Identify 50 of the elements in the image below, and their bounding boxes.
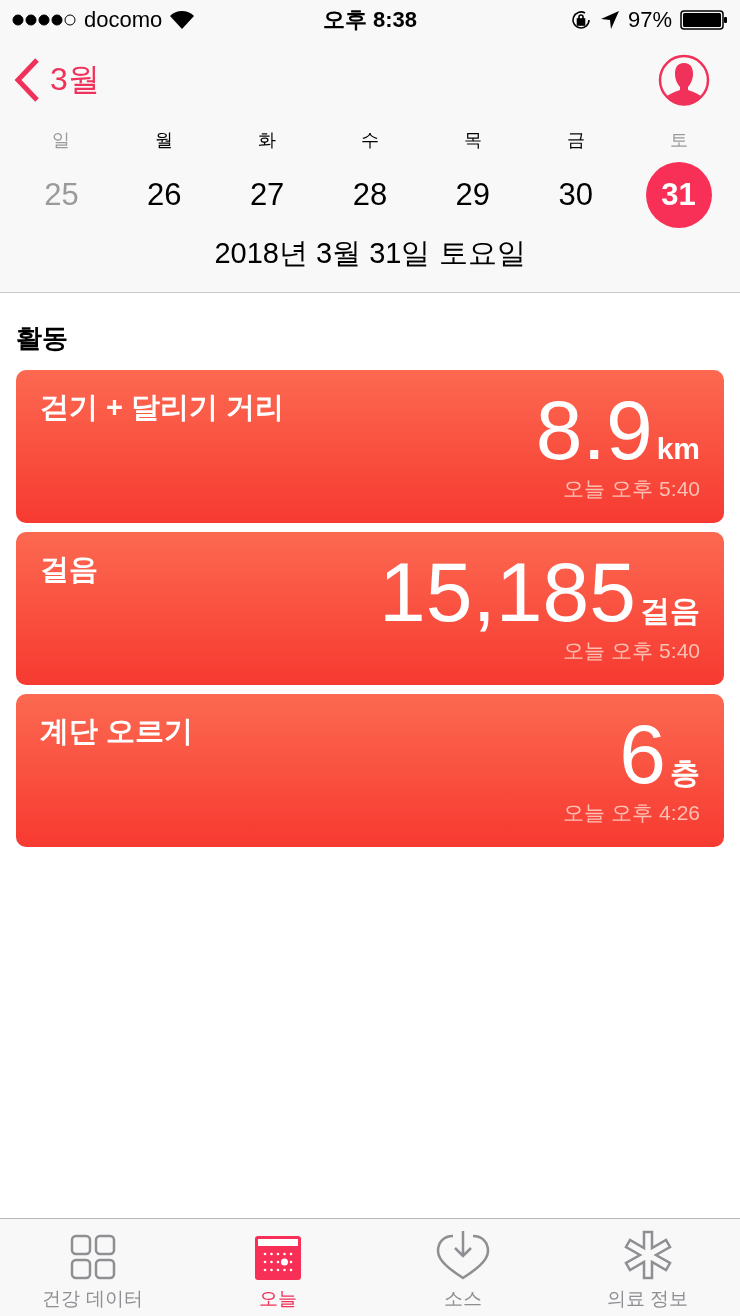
section-title: 활동 bbox=[16, 322, 69, 355]
card-time: 오늘 오후 5:40 bbox=[563, 476, 700, 502]
battery-percent: 97% bbox=[627, 7, 672, 33]
signal-icon bbox=[12, 14, 76, 26]
card-unit: 걸음 bbox=[640, 593, 700, 629]
activity-card[interactable]: 계단 오르기 6 층 오늘 오후 4:26 bbox=[16, 694, 724, 847]
card-title: 계단 오르기 bbox=[40, 714, 194, 749]
card-value: 8.9 bbox=[535, 388, 653, 472]
calendar-icon bbox=[254, 1236, 301, 1280]
rotation-lock-icon bbox=[569, 9, 592, 31]
card-value: 15,185 bbox=[379, 550, 636, 634]
tab-bar-item[interactable]: 의료 정보 bbox=[555, 1219, 740, 1316]
weekday-label: 일 bbox=[51, 129, 72, 152]
activity-card[interactable]: 걸음 15,185 걸음 오늘 오후 5:40 bbox=[16, 532, 724, 685]
profile-icon[interactable] bbox=[658, 54, 710, 106]
tab-bar-item[interactable]: 건강 데이터 bbox=[0, 1219, 185, 1316]
weekday-label: 수 bbox=[360, 129, 380, 152]
chevron-left-icon bbox=[14, 58, 40, 102]
battery-icon bbox=[680, 10, 728, 30]
weekday-label: 월 bbox=[154, 129, 175, 152]
status-time: 오후 8:38 bbox=[322, 6, 418, 34]
card-time: 오늘 오후 4:26 bbox=[563, 800, 700, 826]
back-button[interactable]: 3월 bbox=[14, 58, 100, 102]
activity-card[interactable]: 걷기 + 달리기 거리 8.9 km 오늘 오후 5:40 bbox=[16, 370, 724, 523]
carrier-name: docomo bbox=[84, 7, 163, 33]
tab-bar-item[interactable]: 오늘 bbox=[185, 1219, 370, 1316]
date-button[interactable]: 25 bbox=[28, 162, 95, 228]
weekday-label: 목 bbox=[462, 129, 483, 152]
weekday-label: 화 bbox=[257, 129, 278, 152]
date-button[interactable]: 27 bbox=[234, 162, 301, 228]
weekday-label: 토 bbox=[668, 129, 689, 152]
selected-date: 2018년 3월 31일 토요일 bbox=[213, 236, 527, 271]
card-unit: km bbox=[656, 432, 700, 466]
card-value: 6 bbox=[619, 712, 666, 796]
heart-download-icon bbox=[435, 1230, 490, 1280]
card-title: 걸음 bbox=[40, 552, 98, 587]
date-button[interactable]: 30 bbox=[542, 162, 609, 228]
date-button[interactable]: 28 bbox=[337, 162, 403, 228]
date-button[interactable]: 26 bbox=[131, 162, 198, 228]
grid-icon bbox=[69, 1234, 116, 1280]
location-arrow-icon bbox=[599, 10, 620, 30]
card-unit: 층 bbox=[670, 755, 700, 791]
wifi-icon bbox=[170, 11, 195, 29]
date-button[interactable]: 29 bbox=[439, 162, 506, 228]
card-title: 걷기 + 달리기 거리 bbox=[40, 390, 285, 425]
medical-star-icon bbox=[622, 1230, 673, 1280]
tab-bar-item[interactable]: 소스 bbox=[370, 1219, 555, 1316]
weekday-label: 금 bbox=[565, 129, 586, 152]
card-time: 오늘 오후 5:40 bbox=[563, 638, 700, 664]
date-button[interactable]: 31 bbox=[645, 162, 712, 228]
